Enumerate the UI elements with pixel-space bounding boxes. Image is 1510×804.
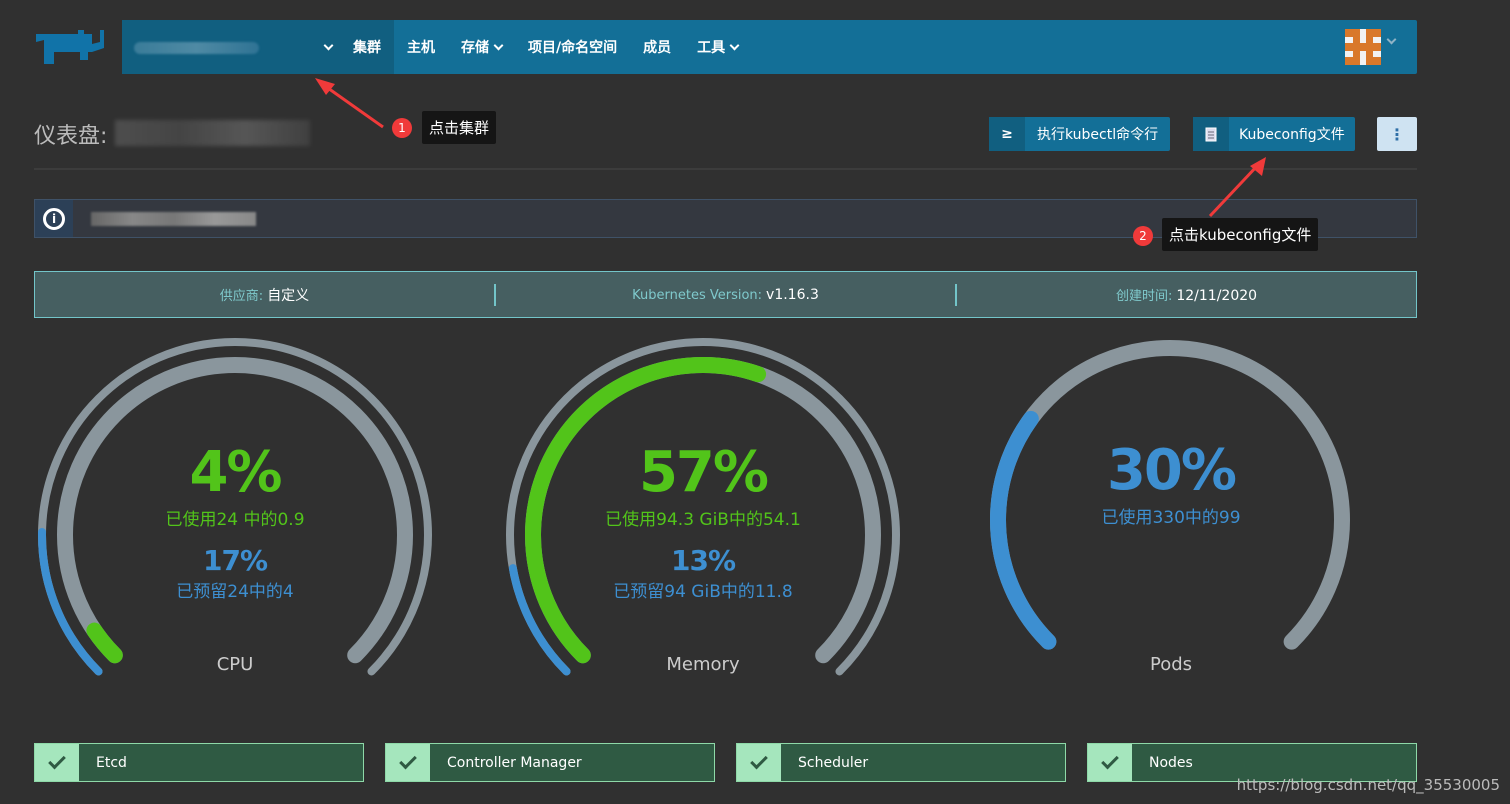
annotation-callout-1: 点击集群 — [422, 111, 497, 144]
avatar[interactable] — [1345, 29, 1381, 65]
nav-item-2[interactable]: 存储 — [448, 20, 515, 74]
rancher-logo[interactable] — [34, 28, 108, 66]
nav-item-5[interactable]: 工具 — [684, 20, 751, 74]
kubeconfig-label: Kubeconfig文件 — [1239, 127, 1345, 143]
nav-item-1[interactable]: 主机 — [394, 20, 448, 74]
memory-gauge-text: 57% 已使用94.3 GiB中的54.1 13% 已预留94 GiB中的11.… — [553, 440, 853, 602]
top-nav: 集群 主机 存储 项目/命名空间 成员 工具 — [122, 20, 1417, 74]
terminal-icon: ≥ — [989, 117, 1025, 151]
kubectl-shell-button[interactable]: ≥ 执行kubectl命令行 — [989, 117, 1171, 151]
pods-used-pct: 30% — [1106, 438, 1237, 503]
redacted-info-text — [91, 211, 256, 226]
nav-item-4[interactable]: 成员 — [630, 20, 684, 74]
cpu-reserved-text: 已预留24中的4 — [176, 582, 294, 602]
memory-label: Memory — [666, 654, 740, 675]
memory-used-pct: 57% — [638, 440, 769, 505]
memory-used-text: 已使用94.3 GiB中的54.1 — [605, 510, 801, 530]
status-scheduler: Scheduler — [736, 743, 1066, 782]
info-icon: i — [35, 200, 73, 237]
status-etcd: Etcd — [34, 743, 364, 782]
divider — [34, 168, 1417, 170]
cpu-used-arc — [86, 622, 123, 664]
created-time: 创建时间: 12/11/2020 — [1115, 288, 1258, 304]
memory-reserved-pct: 13% — [670, 544, 736, 577]
cluster-selector[interactable] — [122, 20, 340, 74]
cpu-used-pct: 4% — [189, 440, 282, 505]
memory-reserved-text: 已预留94 GiB中的11.8 — [613, 582, 793, 602]
redacted-cluster-title — [115, 120, 310, 146]
check-icon — [35, 744, 79, 781]
user-menu-chevron-icon[interactable] — [1386, 34, 1397, 45]
watermark: https://blog.csdn.net/qq_35530005 — [1236, 776, 1500, 794]
check-icon — [1088, 744, 1132, 781]
cpu-gauge-text: 4% 已使用24 中的0.9 17% 已预留24中的4 — [85, 440, 385, 602]
cpu-label: CPU — [216, 654, 254, 675]
cluster-meta-bar: 供应商: 自定义 Kubernetes Version: v1.16.3 创建时间:… — [34, 271, 1417, 318]
page-title: 仪表盘: — [34, 124, 108, 149]
file-icon — [1193, 117, 1229, 151]
redacted-cluster-name — [134, 42, 259, 54]
cpu-reserved-pct: 17% — [202, 544, 268, 577]
nav-item-0[interactable]: 集群 — [340, 20, 394, 74]
annotation-badge-1: 1 — [392, 118, 412, 138]
pods-label: Pods — [1149, 654, 1193, 675]
annotation-callout-2: 点击kubeconfig文件 — [1162, 218, 1319, 251]
nav-item-3[interactable]: 项目/命名空间 — [515, 20, 630, 74]
kubeconfig-button[interactable]: Kubeconfig文件 — [1193, 117, 1355, 151]
check-icon — [737, 744, 781, 781]
status-controller-manager: Controller Manager — [385, 743, 715, 782]
kubernetes-version: Kubernetes Version: v1.16.3 — [632, 286, 819, 303]
chevron-down-icon — [323, 40, 334, 50]
more-actions-button[interactable]: ⋮ — [1377, 117, 1417, 151]
cpu-used-text: 已使用24 中的0.9 — [165, 510, 305, 530]
chevron-down-icon — [493, 40, 504, 50]
pods-used-text: 已使用330中的99 — [1101, 508, 1241, 528]
annotation-badge-2: 2 — [1133, 226, 1153, 246]
kubectl-label: 执行kubectl命令行 — [1037, 127, 1159, 143]
provider: 供应商: 自定义 — [219, 287, 310, 304]
chevron-down-icon — [729, 40, 740, 50]
pods-gauge-text: 30% 已使用330中的99 — [1021, 438, 1321, 528]
check-icon — [386, 744, 430, 781]
